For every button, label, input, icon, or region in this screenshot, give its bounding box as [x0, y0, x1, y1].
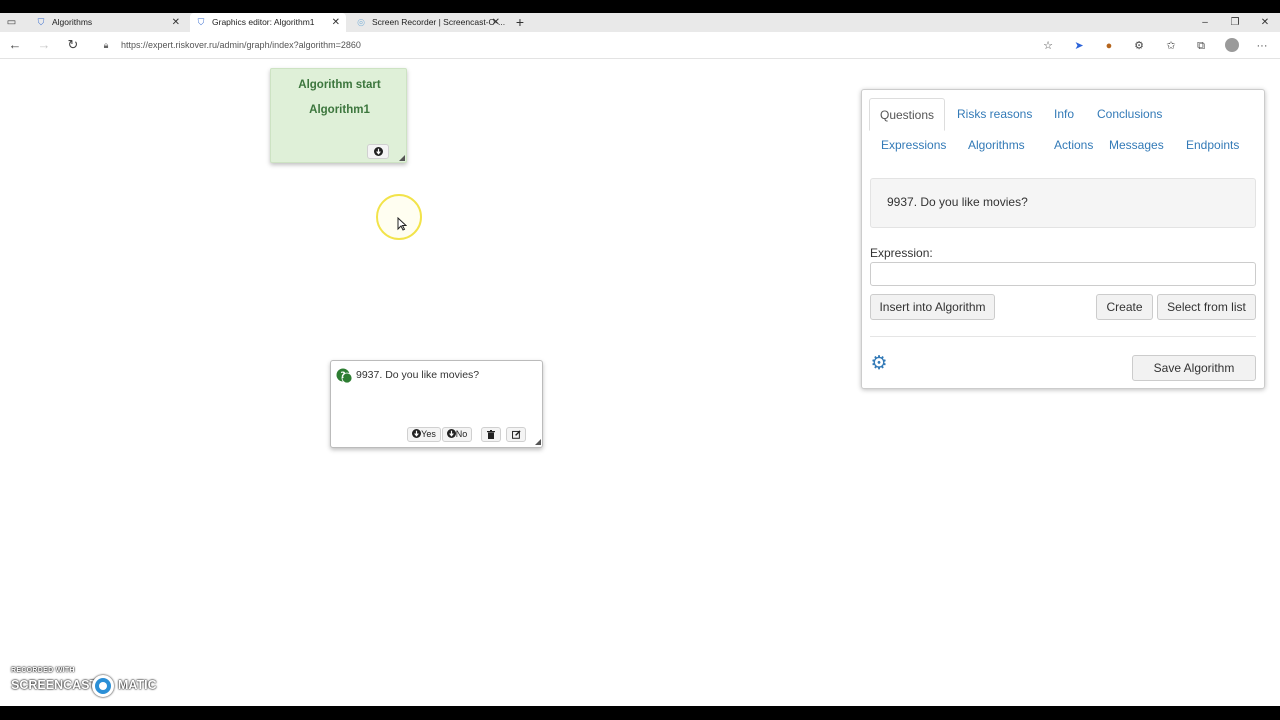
resize-handle[interactable] — [535, 439, 541, 445]
watermark-matic: MATIC — [118, 678, 157, 692]
start-node-algorithm-name: Algorithm1 — [309, 104, 370, 116]
trash-icon — [487, 430, 495, 439]
tab-messages[interactable]: Messages — [1109, 137, 1164, 153]
tab-title: Graphics editor: Algorithm1 — [212, 17, 315, 27]
tab-title: Screen Recorder | Screencast-O-... — [372, 17, 506, 27]
new-tab-button[interactable]: + — [512, 13, 528, 32]
forward-button[interactable]: → — [34, 36, 54, 54]
close-icon[interactable]: ✕ — [172, 13, 180, 32]
select-from-list-button[interactable]: Select from list — [1157, 294, 1256, 320]
recorder-favicon-icon: ◎ — [357, 17, 365, 27]
svg-text:?: ? — [340, 371, 345, 381]
browser-window: ▭ ⛉ Algorithms ✕ ⛉ Graphics editor: Algo… — [0, 13, 1280, 706]
tab-questions[interactable]: Questions — [869, 98, 946, 131]
divider — [870, 336, 1256, 337]
insert-into-algorithm-button[interactable]: Insert into Algorithm — [870, 294, 995, 320]
screen: ▭ ⛉ Algorithms ✕ ⛉ Graphics editor: Algo… — [0, 0, 1280, 720]
create-button[interactable]: Create — [1096, 294, 1153, 320]
question-node[interactable]: ? 9937. Do you like movies? Yes No — [330, 360, 543, 448]
gear-icon[interactable]: ⚙ — [869, 354, 889, 374]
expression-label: Expression: — [870, 246, 933, 260]
graph-editor-canvas[interactable]: Algorithm start Algorithm1 ? 9937. Do yo… — [0, 59, 1280, 706]
no-label: No — [455, 429, 468, 439]
close-icon[interactable]: ✕ — [332, 13, 340, 32]
tab-info[interactable]: Info — [1054, 106, 1074, 122]
close-icon[interactable]: ✕ — [492, 13, 500, 32]
tab-graphics-editor[interactable]: ⛉ Graphics editor: Algorithm1 ✕ — [190, 13, 346, 32]
yes-branch-button[interactable]: Yes — [407, 427, 441, 442]
tab-risks-reasons[interactable]: Risks reasons — [957, 106, 1032, 122]
tab-actions[interactable]: Actions — [1054, 137, 1093, 153]
tab-screen-recorder[interactable]: ◎ Screen Recorder | Screencast-O-... ✕ — [350, 13, 506, 32]
start-node-output-button[interactable] — [367, 144, 389, 159]
expression-input[interactable] — [870, 262, 1256, 286]
address-toolbar: ← → ↻ 🔒︎ https://expert.riskover.ru/admi… — [0, 32, 1280, 59]
edit-icon — [511, 430, 521, 439]
tab-strip: ▭ ⛉ Algorithms ✕ ⛉ Graphics editor: Algo… — [0, 13, 1280, 32]
selected-question-box: 9937. Do you like movies? — [870, 178, 1256, 228]
delete-node-button[interactable] — [481, 427, 501, 442]
question-node-text: 9937. Do you like movies? — [356, 369, 480, 381]
extension-arrow-icon[interactable]: ➤ — [1070, 37, 1088, 55]
more-menu-button[interactable]: ··· — [1253, 37, 1271, 55]
restore-button[interactable]: ❐ — [1220, 13, 1250, 32]
edit-node-button[interactable] — [506, 427, 526, 442]
tab-expressions[interactable]: Expressions — [881, 137, 946, 153]
address-bar[interactable]: https://expert.riskover.ru/admin/graph/i… — [121, 39, 361, 52]
profile-avatar[interactable] — [1225, 38, 1239, 52]
extension-cookie-icon[interactable]: ● — [1100, 37, 1118, 55]
tab-title: Algorithms — [52, 17, 93, 27]
tab-actions-icon[interactable]: ▭ — [3, 15, 20, 30]
arrow-down-circle-icon — [412, 429, 422, 438]
save-algorithm-button[interactable]: Save Algorithm — [1132, 355, 1256, 381]
window-close-button[interactable]: ✕ — [1250, 13, 1280, 32]
tab-algorithms[interactable]: Algorithms — [968, 137, 1025, 153]
shield-favicon-icon: ⛉ — [37, 17, 45, 27]
favorite-add-icon[interactable]: ☆ — [1039, 37, 1057, 55]
screencast-logo-icon — [92, 675, 114, 697]
lock-icon[interactable]: 🔒︎ — [100, 38, 112, 52]
selected-question-text: 9937. Do you like movies? — [887, 195, 1028, 209]
yes-label: Yes — [421, 429, 436, 439]
back-button[interactable]: ← — [5, 36, 25, 54]
start-node-title: Algorithm start — [298, 79, 381, 91]
extensions-puzzle-icon[interactable]: ⚙ — [1130, 37, 1148, 55]
reload-button[interactable]: ↻ — [63, 36, 83, 54]
collections-icon[interactable]: ⧉ — [1192, 37, 1210, 55]
shield-favicon-icon: ⛉ — [197, 17, 205, 27]
minimize-button[interactable]: – — [1190, 13, 1220, 32]
favorites-icon[interactable]: ✩ — [1162, 37, 1180, 55]
no-branch-button[interactable]: No — [442, 427, 472, 442]
mouse-cursor-icon — [397, 216, 408, 234]
watermark-screencast: SCREENCAST — [11, 678, 98, 692]
watermark-recorded-with: RECORDED WITH — [11, 667, 75, 674]
algorithm-start-node[interactable]: Algorithm start Algorithm1 — [270, 68, 407, 163]
tab-endpoints[interactable]: Endpoints — [1186, 137, 1239, 153]
resize-handle[interactable] — [399, 155, 405, 161]
editor-side-panel: Questions Risks reasons Info Conclusions… — [861, 89, 1265, 389]
screencast-watermark: RECORDED WITH SCREENCAST MATIC — [11, 667, 161, 699]
tab-algorithms[interactable]: ⛉ Algorithms ✕ — [30, 13, 186, 32]
tab-conclusions[interactable]: Conclusions — [1097, 106, 1162, 122]
arrow-down-circle-icon — [373, 147, 383, 156]
arrow-down-circle-icon — [446, 429, 456, 438]
question-bubble-icon: ? — [336, 368, 353, 384]
